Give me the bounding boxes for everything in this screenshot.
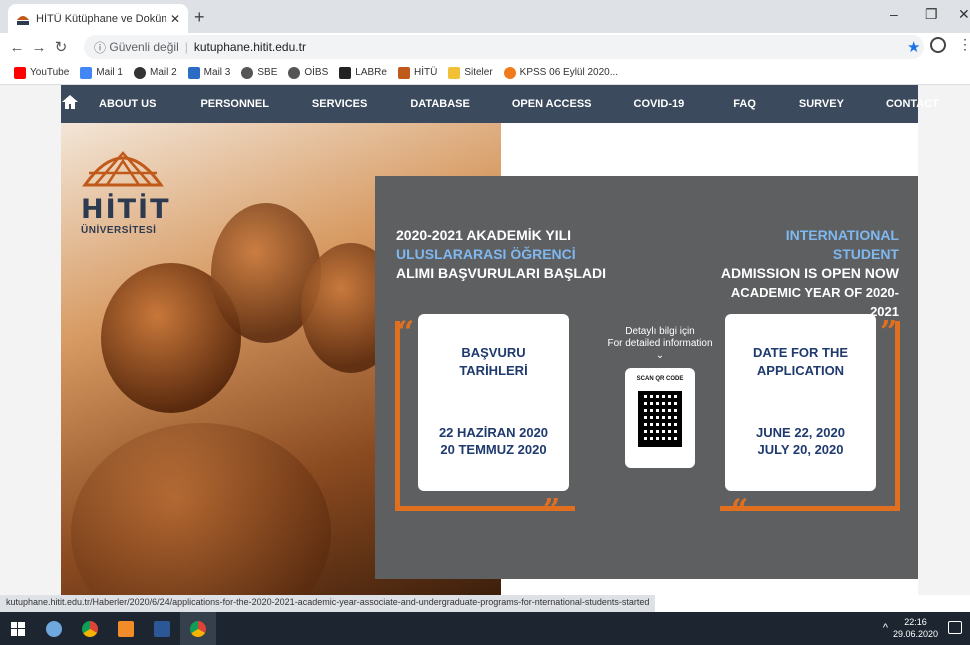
bookmark-mail-3[interactable]: Mail 3 (187, 66, 230, 79)
bookmark-star-icon[interactable]: ★ (907, 38, 920, 56)
outlook-icon (187, 66, 200, 79)
nav-survey[interactable]: SURVEY (799, 98, 844, 110)
close-window-icon[interactable]: ✕ (958, 6, 970, 23)
bookmark-sbe[interactable]: SBE (241, 66, 277, 79)
folder-icon (448, 66, 461, 79)
nav-contact[interactable]: CONTACT (886, 98, 939, 110)
open-quote-icon: ” (880, 315, 898, 350)
labre-icon (339, 66, 352, 79)
menu-kebab-icon[interactable]: ⋮ (958, 36, 970, 53)
qr-card[interactable]: SCAN QR CODE (625, 368, 695, 468)
word-icon[interactable] (144, 612, 180, 645)
windows-taskbar: ^ 22:16 29.06.2020 (0, 612, 970, 645)
kpss-icon (503, 66, 516, 79)
nav-covid-19[interactable]: COVID-19 (634, 98, 685, 110)
close-quote-icon: ” (543, 493, 561, 528)
security-label: Güvenli değil (109, 40, 179, 54)
bookmark-oibs[interactable]: OİBS (288, 66, 328, 79)
forward-arrow-icon[interactable]: → (28, 39, 50, 56)
turkish-dates-card: BAŞVURU TARİHLERİ 22 HAZİRAN 2020 20 TEM… (418, 314, 569, 491)
bookmark-mail-1[interactable]: Mail 1 (80, 66, 123, 79)
nav-personnel[interactable]: PERSONNEL (200, 98, 268, 110)
bookmark-youtube[interactable]: YouTube (14, 66, 69, 79)
qr-section: Detaylı bilgi için For detailed informat… (605, 326, 715, 468)
mail-icon (133, 66, 146, 79)
chevron-down-icon: ⌄ (655, 350, 665, 361)
steam-icon[interactable] (36, 612, 72, 645)
address-bar[interactable]: ⓘ Güvenli değil | kutuphane.hitit.edu.tr (84, 35, 924, 59)
university-seal-icon (241, 66, 254, 79)
university-logo[interactable]: HİTİT ÜNİVERSİTESİ (81, 145, 171, 236)
browser-tab-bar: HİTÜ Kütüphane ve Dokümantas ✕ + – ❐ ✕ (0, 0, 970, 33)
site-favicon-icon (17, 15, 29, 25)
back-arrow-icon[interactable]: ← (6, 39, 28, 56)
system-clock[interactable]: 22:16 29.06.2020 (893, 616, 938, 640)
nav-services[interactable]: SERVICES (312, 98, 367, 110)
youtube-icon (14, 66, 26, 79)
turkish-dates: 22 HAZİRAN 2020 20 TEMMUZ 2020 (438, 425, 549, 457)
tray-chevron-up-icon[interactable]: ^ (883, 622, 888, 634)
photo-figure (71, 423, 331, 595)
hitit-dome-icon (397, 66, 410, 79)
close-quote-icon: “ (731, 493, 749, 528)
turkish-headline: 2020-2021 AKADEMİK YILI ULUSLARARASI ÖĞR… (396, 227, 606, 281)
english-headline: INTERNATIONAL STUDENT ADMISSION IS OPEN … (720, 227, 899, 319)
vlc-icon[interactable] (108, 612, 144, 645)
profile-avatar-icon[interactable] (930, 37, 946, 53)
restore-icon[interactable]: ❐ (925, 6, 938, 23)
chrome-icon[interactable] (72, 612, 108, 645)
chrome-active-icon[interactable] (180, 612, 216, 645)
bookmark-mail-2[interactable]: Mail 2 (133, 66, 177, 79)
qr-code-icon (638, 391, 682, 447)
link-status-bar: kutuphane.hitit.edu.tr/Haberler/2020/6/2… (0, 595, 656, 612)
new-tab-button[interactable]: + (194, 7, 205, 28)
open-quote-icon: “ (397, 315, 415, 350)
bookmark-kpss[interactable]: KPSS 06 Eylül 2020... (503, 66, 618, 79)
logo-subtitle: ÜNİVERSİTESİ (81, 225, 157, 236)
web-page: ABOUT US PERSONNEL SERVICES DATABASE OPE… (0, 85, 970, 595)
english-dates: JUNE 22, 2020 JULY 20, 2020 (756, 425, 845, 457)
bookmark-siteler[interactable]: Siteler (448, 66, 493, 79)
hitit-dome-logo (82, 151, 164, 187)
minimize-icon[interactable]: – (890, 6, 898, 22)
tab-title: HİTÜ Kütüphane ve Dokümantas (36, 12, 166, 25)
nav-database[interactable]: DATABASE (410, 98, 469, 110)
notification-center-icon[interactable] (948, 621, 962, 634)
bookmark-labre[interactable]: LABRe (339, 66, 387, 79)
site-navigation: ABOUT US PERSONNEL SERVICES DATABASE OPE… (61, 85, 939, 123)
home-icon[interactable] (61, 94, 79, 115)
nav-faq[interactable]: FAQ (733, 98, 756, 110)
bookmark-hitu[interactable]: HİTÜ (397, 66, 437, 79)
reload-icon[interactable]: ↻ (50, 38, 72, 56)
nav-about-us[interactable]: ABOUT US (99, 98, 156, 110)
announcement-panel[interactable]: 2020-2021 AKADEMİK YILI ULUSLARARASI ÖĞR… (375, 176, 918, 579)
info-icon[interactable]: ⓘ (94, 39, 106, 56)
nav-open-access[interactable]: OPEN ACCESS (512, 98, 592, 110)
page-content: ABOUT US PERSONNEL SERVICES DATABASE OPE… (61, 85, 939, 595)
bookmarks-bar: YouTube Mail 1 Mail 2 Mail 3 SBE OİBS LA… (0, 61, 970, 85)
address-toolbar: ← → ↻ ⓘ Güvenli değil | kutuphane.hitit.… (0, 33, 970, 61)
english-dates-card: DATE FOR THE APPLICATION JUNE 22, 2020 J… (725, 314, 876, 491)
windows-start-icon[interactable] (0, 612, 36, 645)
google-icon (80, 66, 93, 79)
url-text[interactable]: kutuphane.hitit.edu.tr (194, 40, 306, 54)
tab-close-icon[interactable]: ✕ (170, 12, 180, 26)
university-seal-icon (288, 66, 301, 79)
omnibox-divider: | (184, 40, 188, 54)
browser-tab[interactable]: HİTÜ Kütüphane ve Dokümantas ✕ (8, 4, 188, 33)
logo-name: HİTİT (81, 194, 171, 225)
